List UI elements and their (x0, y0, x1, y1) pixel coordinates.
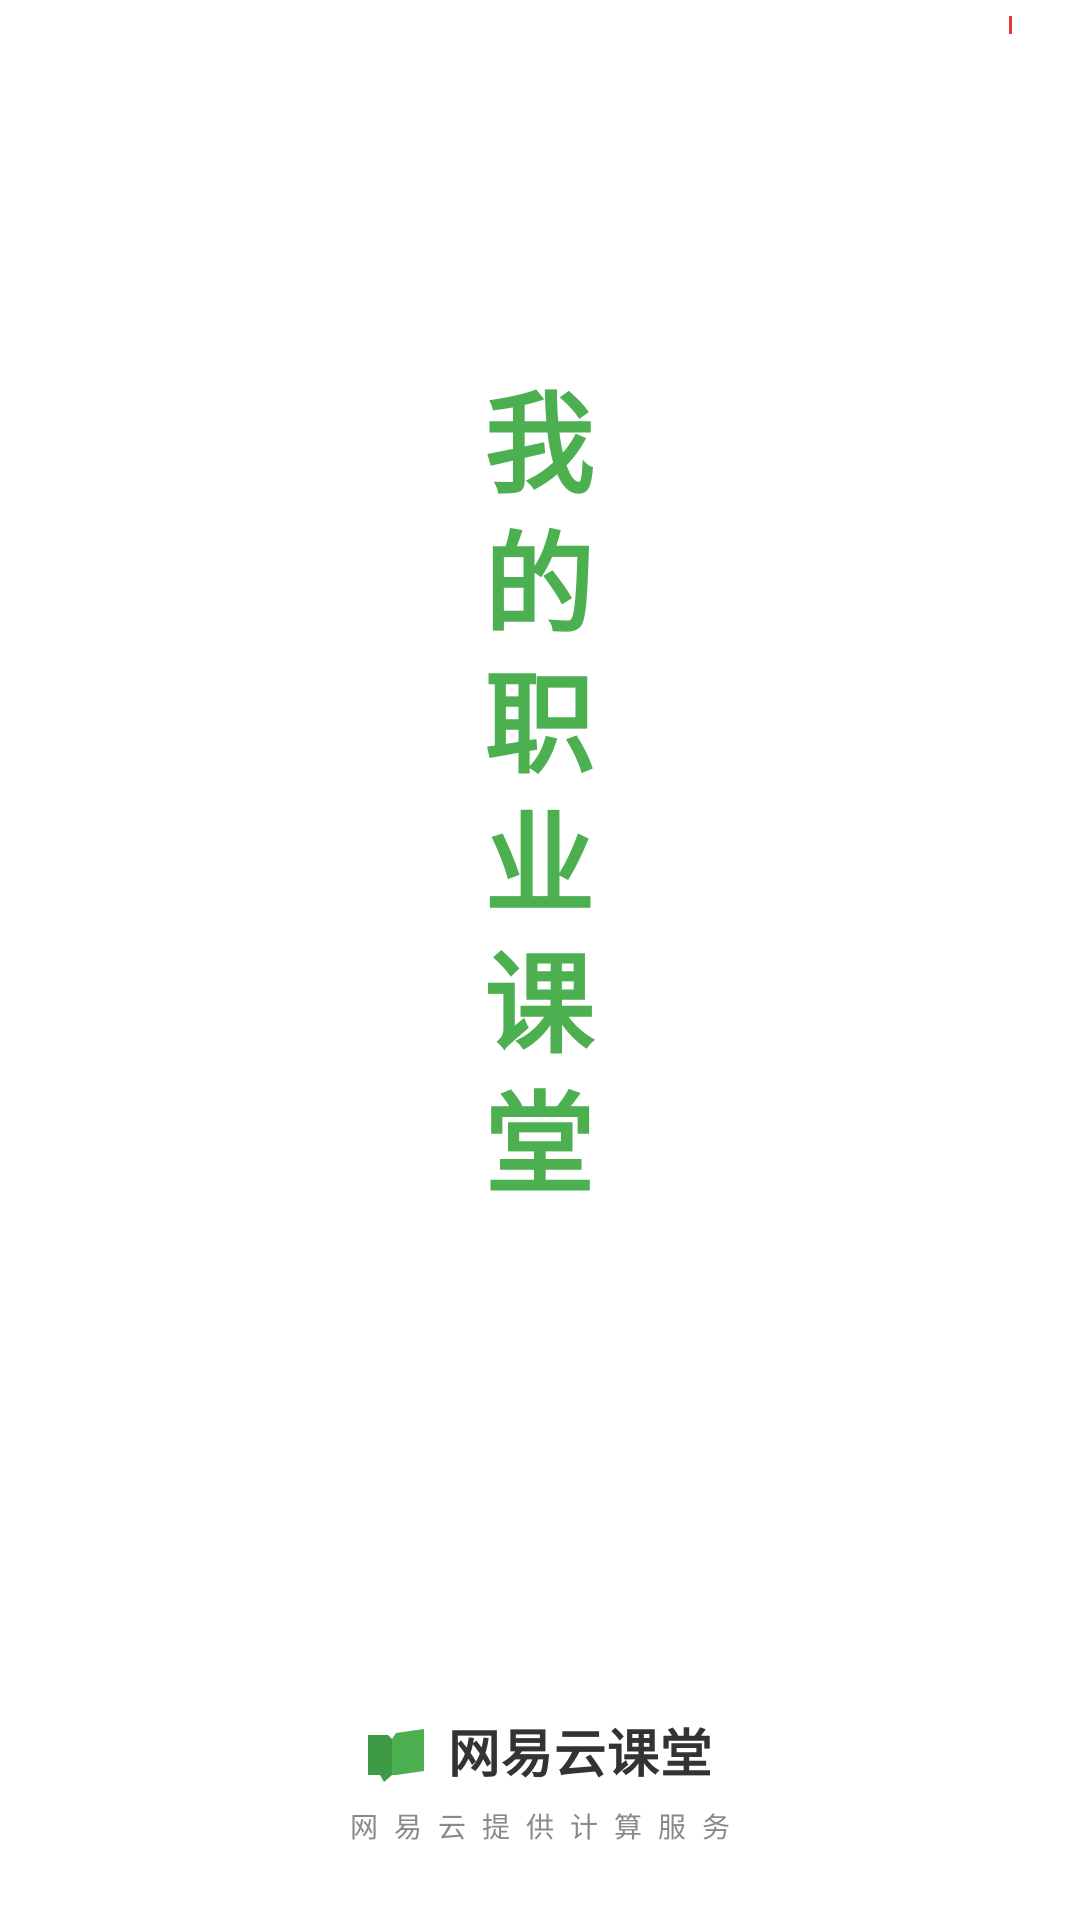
slogan-char: 课 (485, 940, 595, 1069)
status-indicator (1009, 16, 1012, 34)
slogan-char: 堂 (485, 1080, 595, 1209)
brand-logo: 网易云课堂 (0, 1725, 1080, 1785)
brand-name: 网易云课堂 (448, 1725, 714, 1785)
brand-tagline: 网易云提供计算服务 (349, 1811, 746, 1844)
book-chat-icon (368, 1729, 425, 1782)
slogan-char: 我 (485, 380, 595, 509)
slogan-char: 职 (485, 660, 595, 789)
splash-screen: 我 的 职 业 课 堂 网易云课堂 网易云提供计算服务 (0, 0, 1080, 1920)
slogan-char: 的 (485, 520, 595, 649)
slogan-char: 业 (485, 800, 595, 929)
slogan: 我 的 职 业 课 堂 (0, 375, 1080, 1215)
